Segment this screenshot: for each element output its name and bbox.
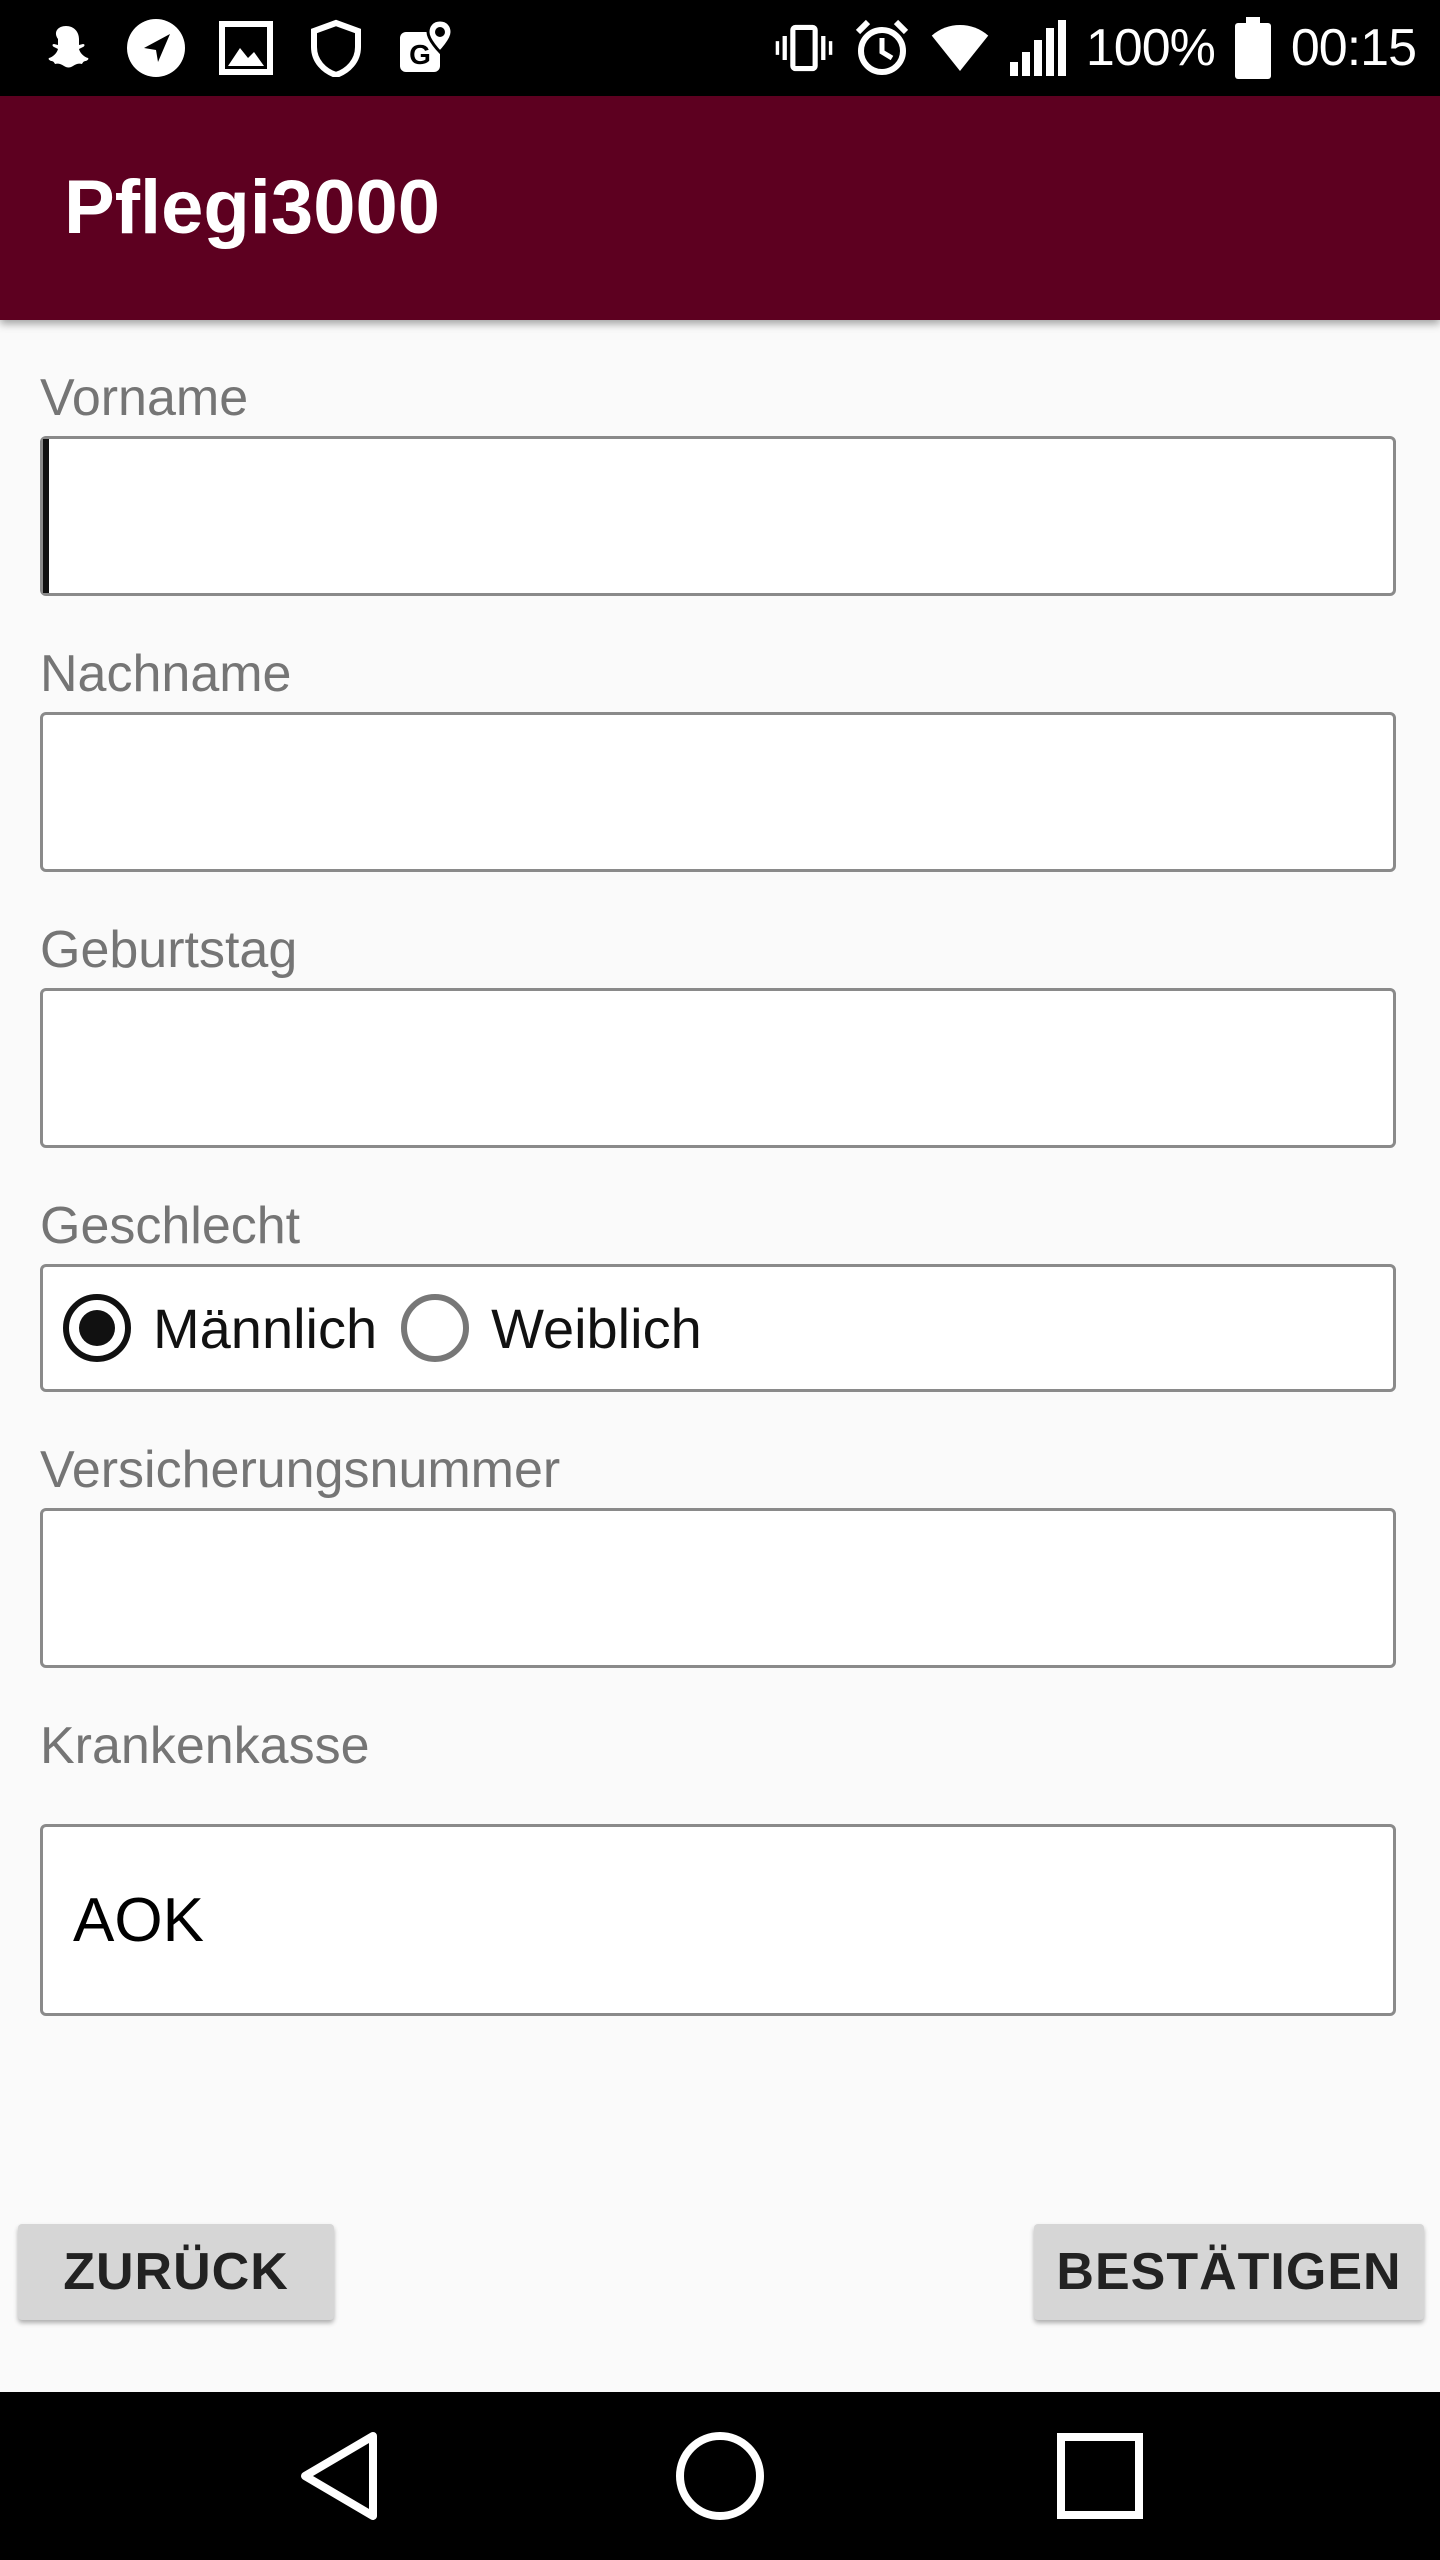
clock: 00:15 [1290, 19, 1417, 77]
gender-radio-row: Männlich Weiblich [43, 1267, 1393, 1389]
shield-icon [306, 18, 366, 78]
radio-dot [79, 1310, 115, 1346]
gender-radio-group: Männlich Weiblich [40, 1264, 1396, 1392]
alarm-icon [852, 18, 912, 78]
gender-option-female[interactable]: Weiblich [401, 1294, 702, 1362]
insurance-number-field[interactable] [40, 1508, 1396, 1668]
battery-icon [1233, 17, 1273, 79]
back-icon[interactable] [290, 2426, 390, 2526]
birthday-field[interactable] [40, 988, 1396, 1148]
insurance-number-label: Versicherungsnummer [40, 1441, 561, 1499]
last-name-label: Nachname [40, 645, 292, 703]
last-name-field[interactable] [40, 712, 1396, 872]
home-icon[interactable] [670, 2426, 770, 2526]
text-cursor [43, 439, 49, 593]
first-name-field[interactable] [40, 436, 1396, 596]
gender-male-label[interactable]: Männlich [153, 1296, 377, 1361]
back-button[interactable]: ZURÜCK [18, 2224, 334, 2320]
gender-option-male[interactable]: Männlich [63, 1294, 377, 1362]
first-name-input[interactable] [43, 439, 1393, 593]
birthday-label: Geburtstag [40, 921, 298, 979]
confirm-button[interactable]: BESTÄTIGEN [1034, 2224, 1424, 2320]
health-insurance-selected-value[interactable]: AOK [73, 1827, 204, 2013]
radio-checked-icon[interactable] [63, 1294, 131, 1362]
gender-label: Geschlecht [40, 1197, 301, 1255]
signal-icon [1008, 18, 1068, 78]
navigation-icon [126, 18, 186, 78]
app-bar: Pflegi3000 [0, 96, 1440, 320]
navigation-bar [0, 2392, 1440, 2560]
status-right-icons: 100% 00:15 [774, 14, 1417, 82]
image-icon [216, 18, 276, 78]
insurance-number-input[interactable] [43, 1511, 1393, 1665]
battery-percent: 100% [1085, 19, 1216, 77]
health-insurance-label: Krankenkasse [40, 1717, 370, 1775]
status-left-icons: G [36, 14, 456, 82]
status-bar: G 100% 00:15 [0, 0, 1440, 96]
first-name-label: Vorname [40, 369, 249, 427]
maps-icon: G [396, 18, 456, 78]
recents-icon[interactable] [1050, 2426, 1150, 2526]
health-insurance-spinner[interactable]: AOK [40, 1824, 1396, 2016]
wifi-icon [930, 18, 990, 78]
snapchat-icon [36, 18, 96, 78]
last-name-input[interactable] [43, 715, 1393, 869]
radio-unchecked-icon[interactable] [401, 1294, 470, 1362]
app-title: Pflegi3000 [64, 165, 440, 250]
svg-text:G: G [409, 39, 431, 70]
gender-female-label[interactable]: Weiblich [491, 1296, 702, 1361]
birthday-input[interactable] [43, 991, 1393, 1145]
form-content: Vorname Nachname Geburtstag Geschlecht M… [0, 320, 1440, 2392]
vibrate-icon [774, 18, 834, 78]
